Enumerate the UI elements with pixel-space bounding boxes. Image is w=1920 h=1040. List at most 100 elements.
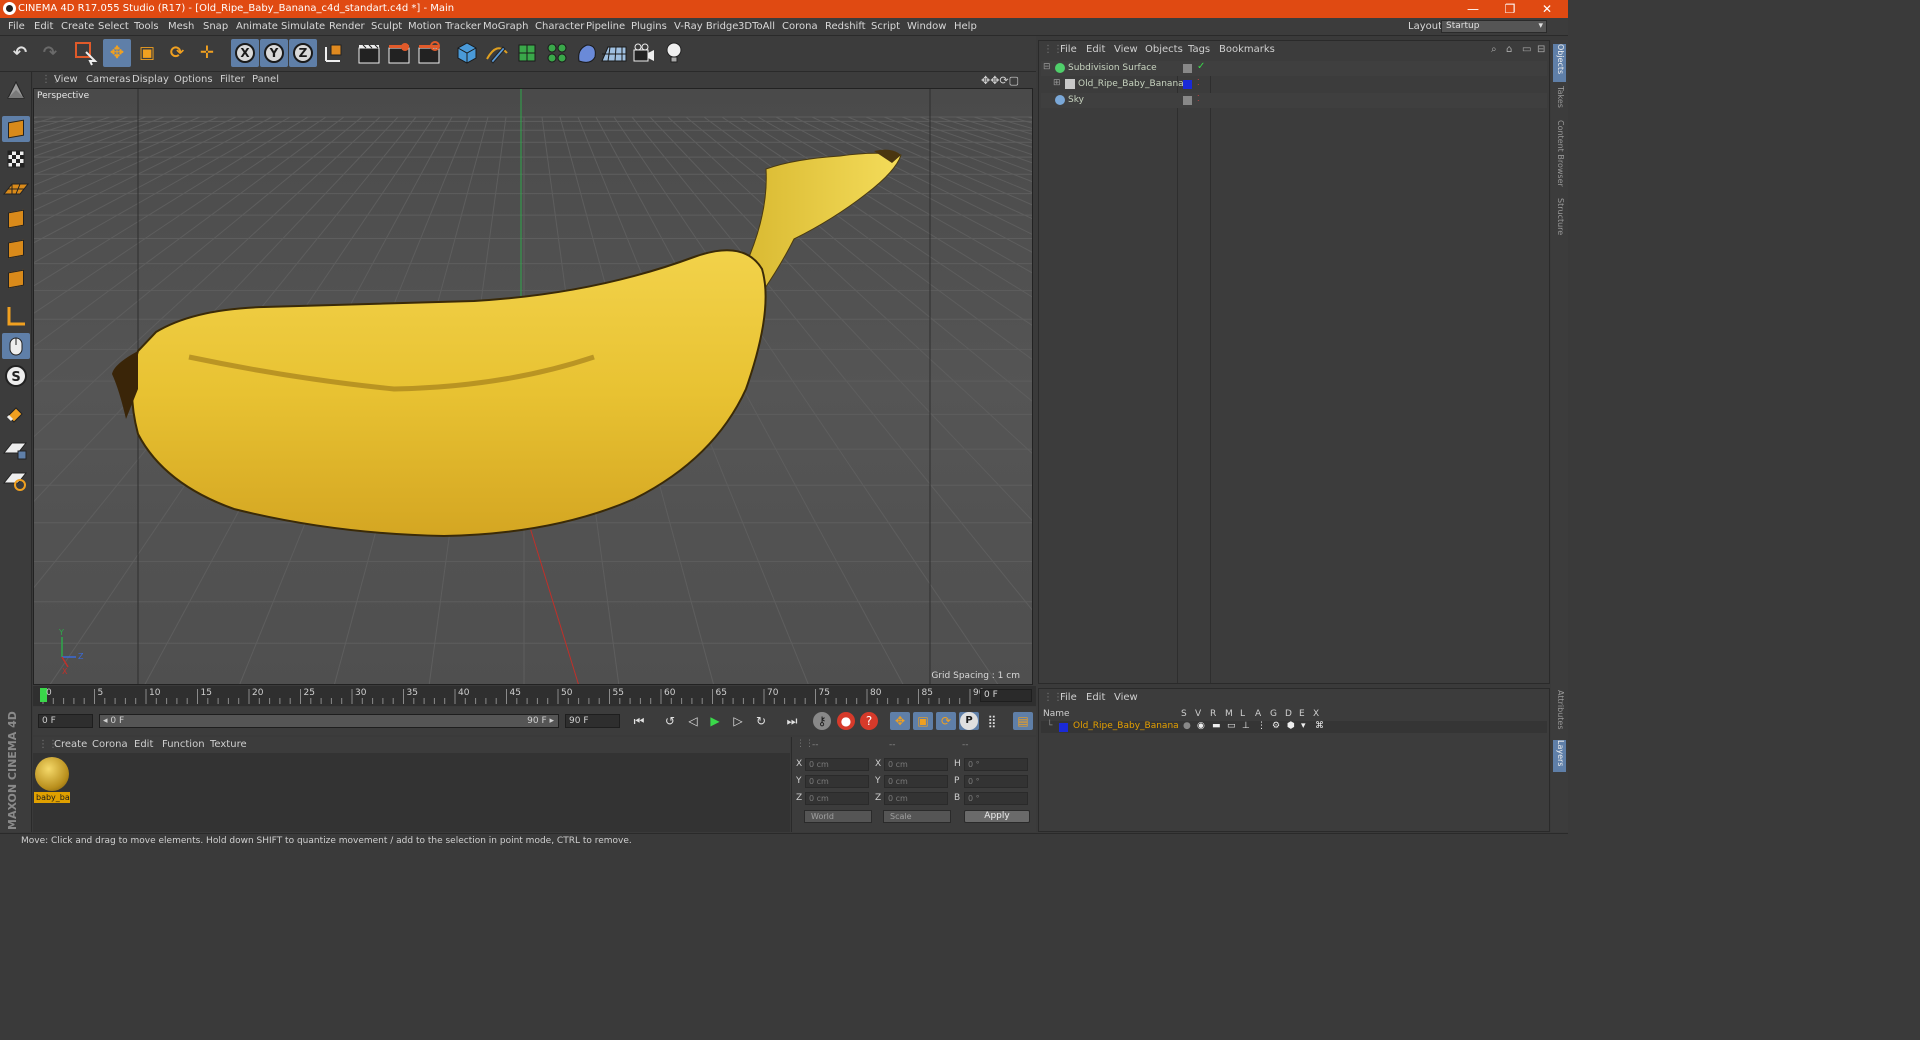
menu-mesh[interactable]: Mesh <box>168 21 194 32</box>
workplane-rotate-button[interactable] <box>2 467 30 493</box>
layer-xref-icon[interactable]: ⌘ <box>1315 721 1324 731</box>
transform-tool-button[interactable]: ✛ <box>193 39 221 67</box>
texture-mode-button[interactable] <box>2 146 30 172</box>
menu-help[interactable]: Help <box>954 21 977 32</box>
om-collapse-icon[interactable]: ⊟ <box>1537 44 1545 55</box>
solo-mode-button[interactable]: S <box>2 363 30 389</box>
current-frame-field[interactable]: 0 F <box>980 689 1032 702</box>
expand-toggle-icon[interactable]: ⊟ <box>1043 62 1051 72</box>
axis-mode-button[interactable] <box>2 303 30 329</box>
viewport-scene[interactable]: Y Z X <box>34 89 1033 685</box>
material-preview-swatch[interactable] <box>35 757 69 791</box>
tab-takes[interactable]: Takes <box>1553 86 1566 118</box>
close-button[interactable]: ✕ <box>1530 1 1564 17</box>
model-mode-button[interactable] <box>2 116 30 142</box>
add-camera-button[interactable] <box>630 39 658 67</box>
timeline-ruler[interactable]: 0 5 10 15 20 25 30 35 40 45 50 55 60 65 70 75 80 85 90 0 F <box>33 686 1036 706</box>
restore-button[interactable]: ❐ <box>1493 1 1527 17</box>
om-search-icon[interactable]: ⌕ <box>1491 44 1497 55</box>
y-axis-lock-button[interactable]: Y <box>260 39 288 67</box>
z-axis-lock-button[interactable]: Z <box>289 39 317 67</box>
menu-mograph[interactable]: MoGraph <box>483 21 528 32</box>
menu-select[interactable]: Select <box>98 21 129 32</box>
motion-record-button[interactable]: ⚷ <box>813 712 831 730</box>
size-y-field[interactable]: 0 cm <box>884 775 948 788</box>
om-home-icon[interactable]: ⌂ <box>1506 44 1512 55</box>
lm-menu-view[interactable]: View <box>1114 692 1138 703</box>
start-frame-field[interactable]: 0 F <box>38 714 93 728</box>
make-editable-button[interactable] <box>2 78 30 104</box>
record-active-objects-button[interactable]: ● <box>837 712 855 730</box>
render-to-picture-viewer-button[interactable] <box>385 39 413 67</box>
layer-row-banana[interactable]: └ Old_Ripe_Baby_Banana ● ◉ ▬ ▭ ⊥ ⋮ ⚙ ⬢ ▾… <box>1041 721 1547 733</box>
add-subdivision-surface-button[interactable] <box>513 39 541 67</box>
layer-color-swatch[interactable] <box>1059 723 1068 732</box>
material-menu-texture[interactable]: Texture <box>210 739 247 750</box>
add-floor-button[interactable] <box>600 39 628 67</box>
timeline-window-button[interactable]: ▤ <box>1013 712 1033 730</box>
layer-color-tag-icon[interactable] <box>1183 80 1192 89</box>
go-to-end-button[interactable]: ⏭ <box>782 712 802 730</box>
workplane-lock-button[interactable] <box>2 437 30 463</box>
add-spline-button[interactable] <box>483 39 511 67</box>
visibility-dots-icon[interactable]: ⁚ <box>1197 78 1200 87</box>
tab-layers[interactable]: Layers <box>1553 740 1566 772</box>
preview-range-slider[interactable]: ◂ 0 F 90 F ▸ <box>99 714 559 728</box>
menu-3dtoall[interactable]: 3DToAll <box>738 21 775 32</box>
record-scale-button[interactable]: ▣ <box>913 712 933 730</box>
layer-tag-icon[interactable] <box>1183 64 1192 73</box>
om-menu-file[interactable]: File <box>1060 44 1077 55</box>
layer-deformer-icon[interactable]: ⬢ <box>1287 721 1295 731</box>
menu-character[interactable]: Character <box>535 21 584 32</box>
layer-generator-icon[interactable]: ⚙ <box>1272 721 1280 731</box>
rotation-b-field[interactable]: 0 ° <box>964 792 1028 805</box>
record-position-button[interactable]: ✥ <box>890 712 910 730</box>
previous-keyframe-button[interactable]: ↺ <box>660 712 680 730</box>
om-menu-view[interactable]: View <box>1114 44 1138 55</box>
material-manager-panel[interactable]: baby_ba <box>33 753 790 832</box>
polygons-mode-button[interactable] <box>2 266 30 292</box>
go-to-start-button[interactable]: ⏮ <box>629 712 649 730</box>
menu-sculpt[interactable]: Sculpt <box>371 21 402 32</box>
om-new-window-icon[interactable]: ▭ <box>1522 44 1531 55</box>
visibility-dots-icon[interactable]: ⁚ <box>1197 94 1200 103</box>
layer-manager-icon[interactable]: ▭ <box>1227 721 1236 731</box>
coordinate-system-button[interactable] <box>320 39 348 67</box>
menu-create[interactable]: Create <box>61 21 94 32</box>
layer-visible-eye-icon[interactable]: ◉ <box>1197 721 1205 731</box>
menu-file[interactable]: File <box>8 21 25 32</box>
render-settings-button[interactable] <box>415 39 443 67</box>
viewport-menu-cameras[interactable]: Cameras <box>86 74 130 85</box>
layer-expression-icon[interactable]: ▾ <box>1301 721 1306 731</box>
menu-simulate[interactable]: Simulate <box>281 21 325 32</box>
om-menu-tags[interactable]: Tags <box>1188 44 1210 55</box>
menu-motion-tracker[interactable]: Motion Tracker <box>408 21 481 32</box>
coordinate-space-dropdown[interactable]: World <box>804 810 872 823</box>
viewport-navigation-icons[interactable]: ✥✥⟳▢ <box>981 74 1019 87</box>
enabled-check-icon[interactable]: ✓ <box>1197 61 1205 72</box>
previous-frame-button[interactable]: ◁ <box>683 712 703 730</box>
menu-tools[interactable]: Tools <box>134 21 159 32</box>
record-point-level-button[interactable]: ⣿ <box>982 712 1002 730</box>
menu-pipeline[interactable]: Pipeline <box>586 21 625 32</box>
tab-structure[interactable]: Structure <box>1553 198 1566 242</box>
layout-select[interactable]: Startup <box>1441 20 1547 33</box>
scale-tool-button[interactable]: ▣ <box>133 39 161 67</box>
tab-content-browser[interactable]: Content Browser <box>1553 120 1566 192</box>
position-z-field[interactable]: 0 cm <box>805 792 869 805</box>
object-row-subdivision-surface[interactable]: ⊟ Subdivision Surface ✓ <box>1041 61 1547 76</box>
workplane-mode-button[interactable] <box>2 176 30 202</box>
menu-vray-bridge[interactable]: V-Ray Bridge <box>674 21 738 32</box>
redo-button[interactable]: ↷ <box>36 39 64 67</box>
object-row-sky[interactable]: Sky ⁚ <box>1041 93 1547 108</box>
menu-edit[interactable]: Edit <box>34 21 53 32</box>
om-menu-bookmarks[interactable]: Bookmarks <box>1219 44 1275 55</box>
tab-objects[interactable]: Objects <box>1553 44 1566 82</box>
position-y-field[interactable]: 0 cm <box>805 775 869 788</box>
snapping-button[interactable] <box>2 400 30 426</box>
next-keyframe-button[interactable]: ↻ <box>751 712 771 730</box>
viewport-menu-display[interactable]: Display <box>132 74 169 85</box>
layer-tag-icon[interactable] <box>1183 96 1192 105</box>
tab-attributes[interactable]: Attributes <box>1553 690 1566 736</box>
rotate-tool-button[interactable]: ⟳ <box>163 39 191 67</box>
